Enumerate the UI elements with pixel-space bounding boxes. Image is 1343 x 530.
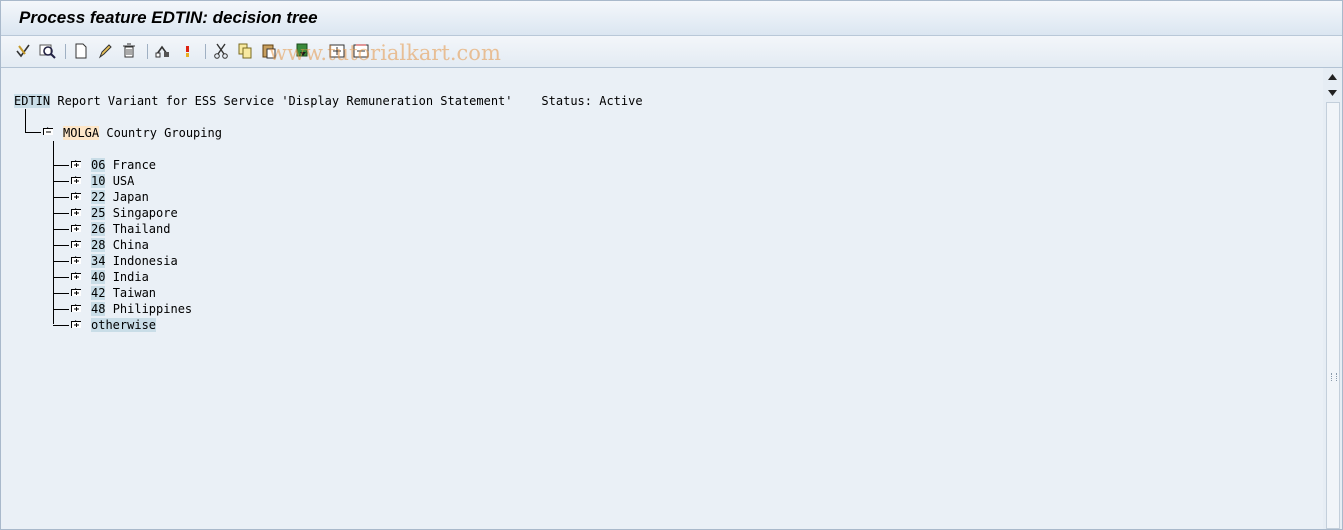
scroll-grip[interactable] [1331,373,1337,381]
country-code: 34 [91,254,106,268]
window-title: Process feature EDTIN: decision tree [19,8,318,27]
country-code: 25 [91,206,106,220]
sap-window: Process feature EDTIN: decision tree www… [0,0,1343,530]
country-code: 42 [91,286,106,300]
country-node[interactable]: 22 Japan [91,190,149,204]
application-toolbar [1,36,1342,68]
country-code: 26 [91,222,106,236]
country-node[interactable]: 48 Philippines [91,302,192,316]
decision-tree-area: EDTIN Report Variant for ESS Service 'Di… [1,68,1323,529]
country-node[interactable]: 34 Indonesia [91,254,178,268]
country-name: USA [112,174,135,188]
country-node[interactable]: 26 Thailand [91,222,170,236]
edit-button[interactable] [95,41,115,61]
arrow-up-icon [1328,74,1337,80]
molga-label: Country Grouping [106,126,222,140]
country-code: 28 [91,238,106,252]
display-button[interactable] [37,41,57,61]
country-name: Thailand [112,222,171,236]
country-node[interactable]: 10 USA [91,174,134,188]
otherwise-node[interactable]: otherwise [91,318,157,332]
cut-button[interactable] [211,41,231,61]
tree-header: EDTIN Report Variant for ESS Service 'Di… [14,94,643,108]
country-name: Indonesia [112,254,178,268]
country-code: 22 [91,190,106,204]
country-code: 06 [91,158,106,172]
country-code: 10 [91,174,106,188]
country-name: India [112,270,149,284]
check-button[interactable] [13,41,33,61]
country-name: Taiwan [112,286,157,300]
country-node[interactable]: 42 Taiwan [91,286,156,300]
country-name: Singapore [112,206,178,220]
folder-closed-icon[interactable] [71,256,81,264]
folder-closed-icon[interactable] [71,272,81,280]
check-icon [16,44,30,58]
feature-code[interactable]: EDTIN [14,94,51,108]
transport-button[interactable] [153,41,173,61]
delete-icon [123,43,135,58]
scroll-down-button[interactable] [1325,86,1340,100]
country-name: Japan [112,190,149,204]
display-icon [39,44,56,59]
watermark: www.tutorialkart.com [269,41,501,65]
folder-closed-icon[interactable] [71,240,81,248]
folder-closed-icon[interactable] [71,176,81,184]
country-node[interactable]: 25 Singapore [91,206,178,220]
folder-closed-icon[interactable] [71,304,81,312]
folder-closed-icon[interactable] [71,160,81,168]
country-code: 40 [91,270,106,284]
folder-closed-icon[interactable] [71,224,81,232]
molga-field: MOLGA [63,126,100,140]
folder-open-icon[interactable] [43,127,53,135]
info-icon [186,46,189,57]
country-node[interactable]: 28 China [91,238,149,252]
folder-closed-icon[interactable] [71,288,81,296]
molga-node[interactable]: MOLGA Country Grouping [63,126,222,140]
folder-closed-icon[interactable] [71,320,81,328]
scroll-track[interactable] [1326,102,1340,529]
edit-icon [98,44,112,59]
otherwise-label: otherwise [91,318,157,332]
country-name: France [112,158,157,172]
transport-icon [155,45,169,58]
country-name: China [112,238,149,252]
arrow-down-icon [1328,90,1337,96]
country-code: 48 [91,302,106,316]
folder-closed-icon[interactable] [71,208,81,216]
cut-icon [214,43,228,59]
title-bar: Process feature EDTIN: decision tree [1,1,1342,36]
country-node[interactable]: 06 France [91,158,156,172]
delete-button[interactable] [119,41,139,61]
copy-icon [238,43,252,59]
new-icon [75,43,87,59]
country-node[interactable]: 40 India [91,270,149,284]
feature-description: Report Variant for ESS Service 'Display … [57,94,513,108]
country-name: Philippines [112,302,193,316]
folder-closed-icon[interactable] [71,192,81,200]
vertical-scrollbar[interactable] [1323,68,1342,529]
new-entry-button[interactable] [71,41,91,61]
info-button[interactable] [177,41,197,61]
scroll-up-button[interactable] [1325,70,1340,84]
status-text: Status: Active [541,94,643,108]
copy-button[interactable] [235,41,255,61]
